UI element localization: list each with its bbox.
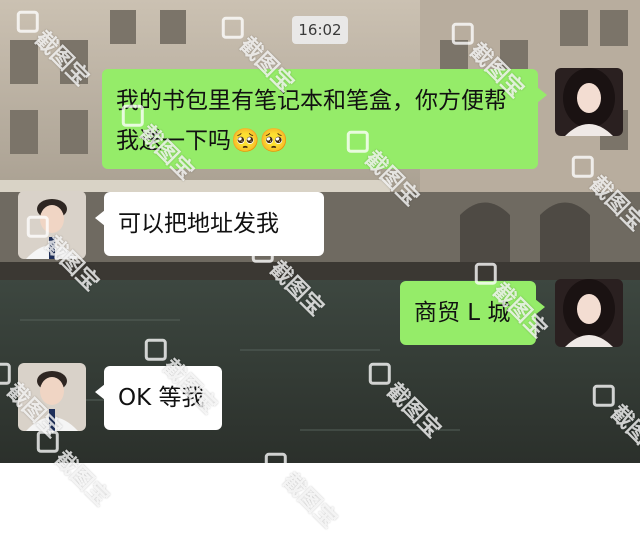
my-avatar[interactable]: [555, 279, 623, 347]
received-message-bubble[interactable]: OK 等我: [95, 366, 222, 430]
message-text: 商贸 L 城: [414, 300, 511, 326]
received-message-bubble[interactable]: 可以把地址发我: [95, 192, 324, 256]
message-text: 我的书包里有笔记本和笔盒，你方便帮我送一下吗🥺🥺: [116, 88, 507, 154]
message-text: 可以把地址发我: [118, 211, 279, 237]
message-text: OK 等我: [118, 385, 205, 411]
sent-message-bubble[interactable]: 我的书包里有笔记本和笔盒，你方便帮我送一下吗🥺🥺: [102, 69, 547, 169]
contact-avatar[interactable]: [18, 363, 86, 431]
watermark-text: 截图宝: [277, 468, 342, 534]
sent-message-bubble[interactable]: 商贸 L 城: [400, 281, 545, 345]
contact-avatar[interactable]: [18, 191, 86, 259]
message-timestamp: 16:02: [292, 16, 348, 44]
my-avatar[interactable]: [555, 68, 623, 136]
